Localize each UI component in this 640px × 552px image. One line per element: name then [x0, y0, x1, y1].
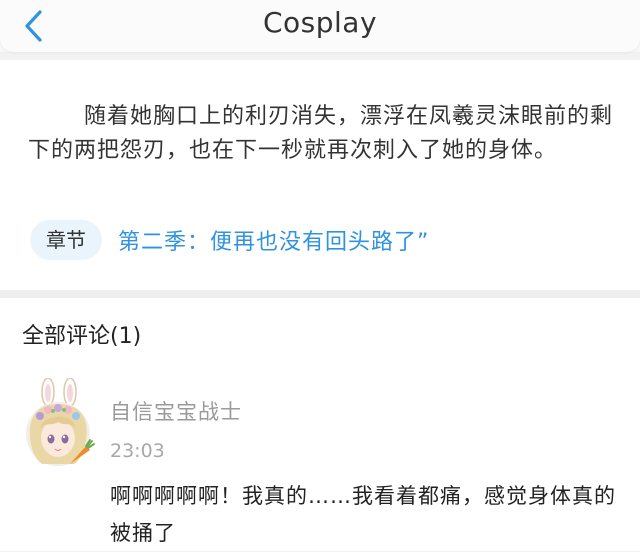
- chapter-row: 章节 第二季：便再也没有回头路了”: [30, 220, 429, 260]
- excerpt-card: 随着她胸口上的利刃消失，漂浮在凤羲灵沫眼前的剩下的两把怨刃，也在下一秒就再次刺入…: [0, 60, 640, 290]
- top-bar: Cosplay: [0, 0, 640, 52]
- chapter-link[interactable]: 第二季：便再也没有回头路了”: [118, 224, 429, 256]
- excerpt-text: 随着她胸口上的利刃消失，漂浮在凤羲灵沫眼前的剩下的两把怨刃，也在下一秒就再次刺入…: [28, 104, 614, 163]
- chapter-tag: 章节: [30, 220, 102, 260]
- avatar[interactable]: [20, 377, 96, 468]
- comments-header: 全部评论(1): [22, 324, 142, 349]
- comment-timestamp: 23:03: [110, 440, 165, 462]
- anime-girl-bunny-ears-avatar-icon: [26, 377, 95, 466]
- header-card: Cosplay: [0, 0, 640, 52]
- section-divider: [0, 290, 640, 298]
- comment-item: 自信宝宝战士 23:03 啊啊啊啊啊！我真的……我看着都痛，感觉身体真的被捅了: [0, 366, 640, 551]
- page-title: Cosplay: [262, 6, 378, 39]
- comment-text: 啊啊啊啊啊！我真的……我看着都痛，感觉身体真的被捅了: [110, 484, 616, 545]
- comment-username[interactable]: 自信宝宝战士: [110, 396, 242, 426]
- comments-section: 全部评论(1) 自信宝宝战士 23:03 啊啊啊啊啊！我真的……我看着都痛，感觉…: [0, 298, 640, 551]
